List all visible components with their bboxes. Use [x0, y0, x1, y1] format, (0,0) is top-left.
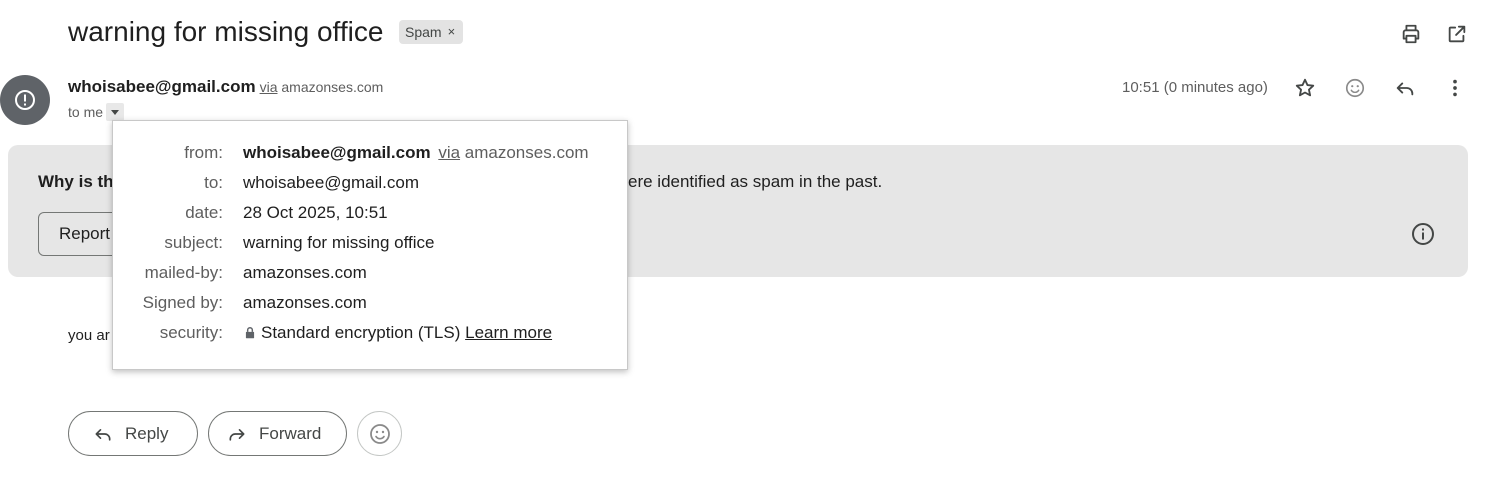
detail-row-to: to: whoisabee@gmail.com	[113, 172, 627, 194]
via-domain: amazonses.com	[464, 143, 589, 162]
received-time: 10:51 (0 minutes ago)	[1122, 79, 1268, 96]
forward-button-label: Forward	[259, 423, 322, 443]
emoji-icon[interactable]	[1343, 76, 1367, 100]
detail-value: Standard encryption (TLS) Learn more	[237, 322, 552, 344]
from-email[interactable]: whoisabee@gmail.com	[243, 143, 431, 162]
email-subject: warning for missing office	[68, 16, 384, 47]
emoji-icon	[369, 423, 390, 444]
reply-button[interactable]: Reply	[68, 411, 198, 456]
reply-button-label: Reply	[125, 423, 169, 443]
detail-row-from: from: whoisabee@gmail.com via amazonses.…	[113, 142, 627, 164]
sender-line: whoisabee@gmail.com via amazonses.com	[68, 76, 383, 98]
emoji-reaction-button[interactable]	[357, 411, 402, 456]
reply-icon[interactable]	[1393, 76, 1417, 100]
info-icon[interactable]	[1411, 222, 1435, 246]
remove-label-button[interactable]: ×	[448, 20, 456, 44]
via-link[interactable]: via	[438, 143, 460, 162]
via-link[interactable]: via	[260, 79, 278, 95]
caret-down-icon	[111, 110, 120, 115]
spam-label-chip[interactable]: Spam ×	[399, 20, 464, 44]
detail-row-subject: subject: warning for missing office	[113, 232, 627, 254]
warning-icon	[15, 90, 35, 110]
detail-label: subject:	[164, 233, 223, 252]
detail-label: date:	[185, 203, 223, 222]
detail-value: whoisabee@gmail.com	[243, 173, 420, 192]
detail-value: 28 Oct 2025, 10:51	[243, 203, 388, 222]
detail-row-security: security: Standard encryption (TLS) Lear…	[113, 322, 627, 344]
detail-label: security:	[159, 323, 223, 342]
detail-row-signed-by: Signed by: amazonses.com	[113, 292, 627, 314]
spam-warning-explanation: ere identified as spam in the past.	[628, 172, 883, 191]
recipient-line: to me	[68, 103, 125, 121]
print-icon[interactable]	[1399, 22, 1423, 46]
detail-value: whoisabee@gmail.com via amazonses.com	[243, 142, 589, 164]
star-icon[interactable]	[1293, 76, 1317, 100]
message-details-popup: from: whoisabee@gmail.com via amazonses.…	[112, 120, 628, 370]
security-text: Standard encryption (TLS)	[261, 323, 461, 342]
detail-value: warning for missing office	[243, 233, 435, 252]
lock-icon	[245, 327, 255, 339]
spam-label-text: Spam	[405, 24, 442, 40]
sender-email[interactable]: whoisabee@gmail.com	[68, 77, 256, 96]
forward-icon	[229, 428, 245, 441]
learn-more-link[interactable]: Learn more	[465, 323, 552, 342]
detail-label: from:	[184, 143, 223, 162]
detail-label: mailed-by:	[144, 263, 223, 282]
spam-question-text: Why is th	[38, 172, 114, 191]
detail-row-date: date: 28 Oct 2025, 10:51	[113, 202, 627, 224]
detail-row-mailed-by: mailed-by: amazonses.com	[113, 262, 627, 284]
spam-warning-question: Why is th	[38, 171, 114, 193]
open-in-new-window-icon[interactable]	[1445, 22, 1469, 46]
show-details-button[interactable]	[106, 103, 125, 121]
email-body: you ar	[68, 327, 110, 344]
forward-button[interactable]: Forward	[208, 411, 347, 456]
more-vert-icon[interactable]	[1443, 76, 1467, 100]
to-me-text: to me	[68, 104, 104, 120]
detail-value: amazonses.com	[243, 263, 367, 282]
reply-icon	[95, 428, 111, 441]
detail-label: Signed by:	[142, 293, 223, 312]
sender-avatar[interactable]	[0, 75, 50, 125]
detail-label: to:	[204, 173, 223, 192]
detail-value: amazonses.com	[243, 293, 367, 312]
via-domain: amazonses.com	[281, 79, 384, 95]
